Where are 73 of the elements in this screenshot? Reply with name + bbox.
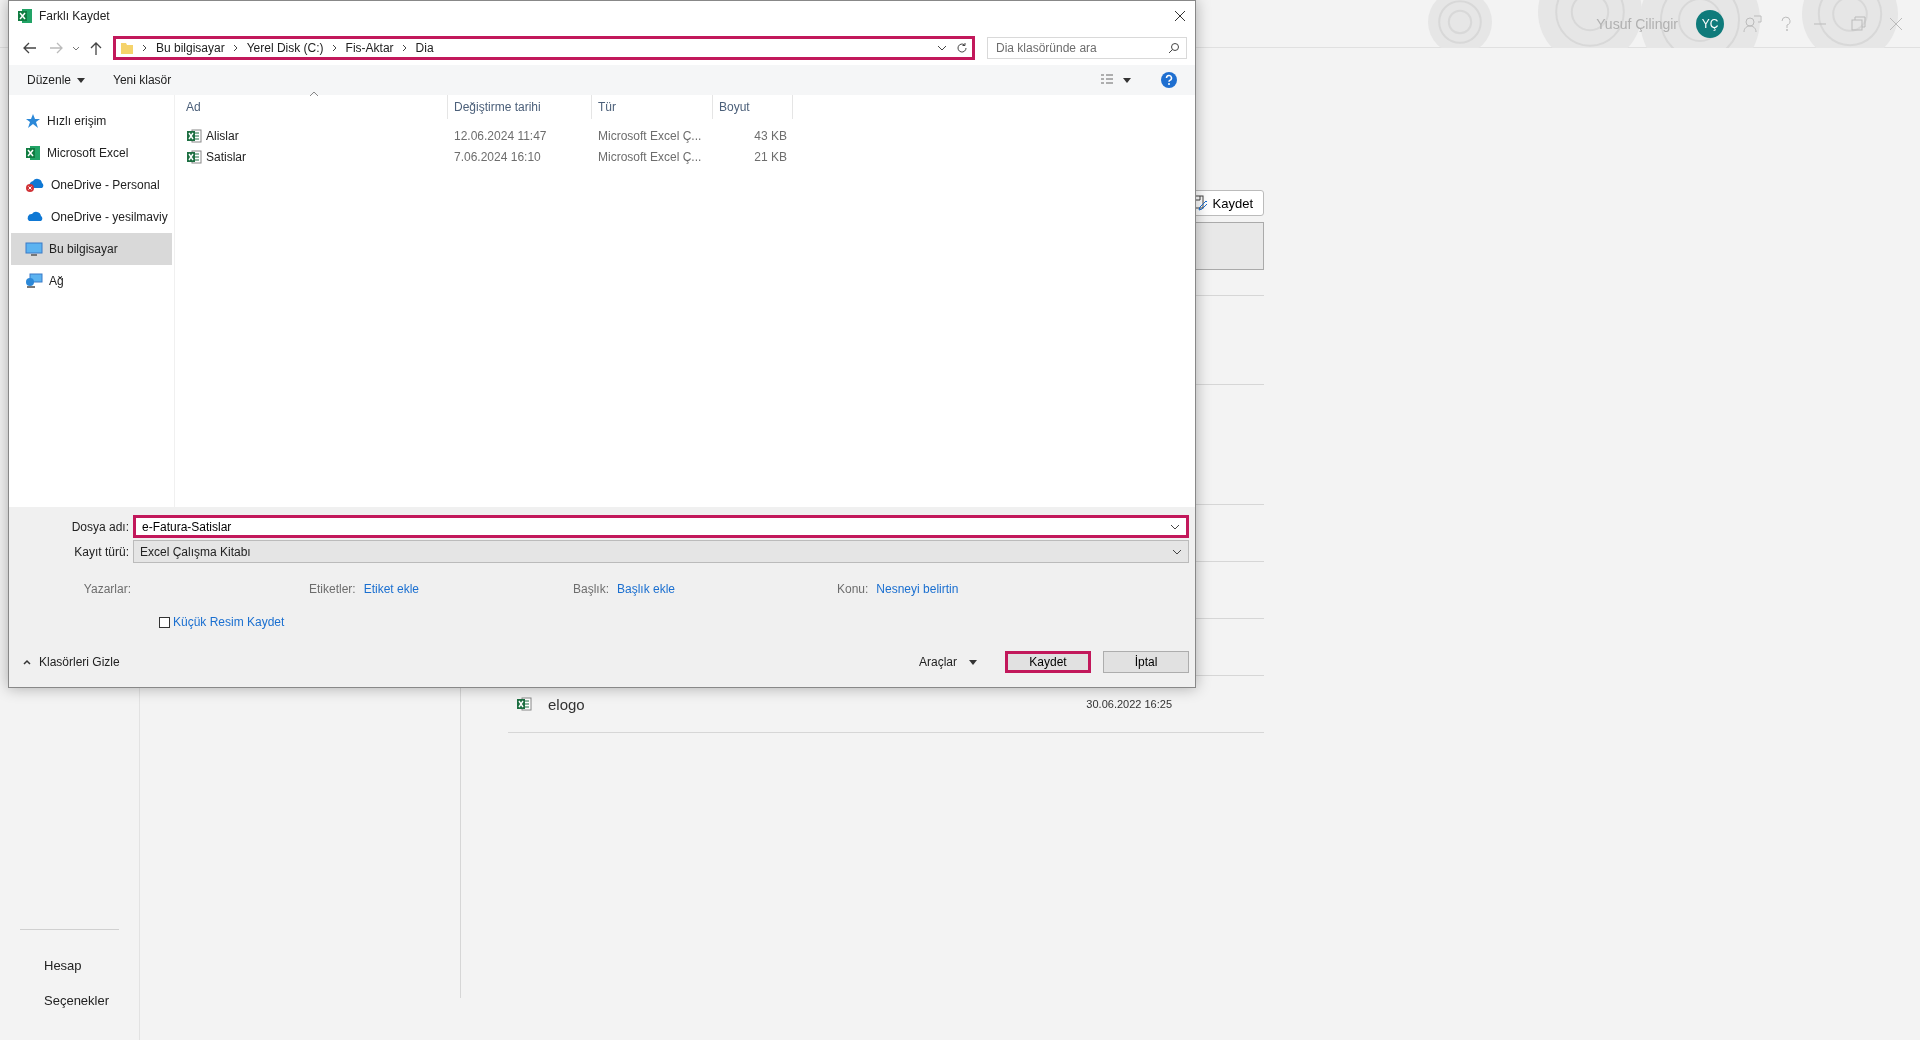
metadata-label: Yazarlar: — [82, 582, 131, 596]
metadata-link[interactable]: Nesneyi belirtin — [876, 582, 959, 596]
file-name-field[interactable]: e-Fatura-Satislar — [133, 515, 1189, 538]
file-name[interactable]: Alislar — [180, 127, 448, 144]
file-name-input[interactable]: e-Fatura-Satislar — [142, 519, 1170, 534]
chevron-down-icon[interactable] — [936, 43, 948, 53]
table-cell-text: Microsoft Excel Ç... — [597, 128, 703, 143]
dialog-title: Farklı Kaydet — [39, 9, 111, 23]
metadata-label: Başlık: — [573, 582, 609, 596]
sidebar-item[interactable]: OneDrive - Personal — [11, 169, 172, 201]
spreadsheet-file-icon — [516, 696, 532, 712]
search-input[interactable]: Dia klasöründe ara — [994, 40, 1164, 56]
dialog-button[interactable]: İptal — [1103, 651, 1189, 673]
sidebar-item[interactable]: Hızlı erişim — [11, 105, 172, 137]
file-name[interactable]: elogo — [548, 695, 1071, 713]
breadcrumb[interactable]: Fis-Aktar — [345, 41, 394, 55]
column-header[interactable]: Tür — [592, 95, 713, 119]
computer-icon — [25, 241, 43, 257]
spreadsheet-file-icon — [186, 148, 202, 165]
spreadsheet-icon — [17, 8, 33, 24]
metadata-link[interactable]: Etiket ekle — [363, 582, 420, 596]
network-icon — [25, 273, 43, 289]
nav-item[interactable]: Hesap — [0, 948, 139, 983]
folder-icon — [120, 41, 134, 55]
table-cell-text: 7.06.2024 16:10 — [453, 149, 542, 164]
metadata-label: Konu: — [837, 582, 869, 596]
breadcrumb[interactable]: Bu bilgisayar — [156, 41, 225, 55]
file-date: 30.06.2022 16:25 — [1086, 698, 1172, 710]
sidebar-item[interactable]: Microsoft Excel — [11, 137, 172, 169]
search-field[interactable]: Dia klasöründe ara — [987, 37, 1187, 59]
view-options-icon[interactable] — [1099, 73, 1133, 87]
column-header[interactable]: Boyut — [713, 95, 793, 119]
chevron-right-icon — [331, 44, 338, 52]
cloud-error-icon — [25, 177, 45, 193]
sort-caret-icon — [308, 91, 319, 97]
chevron-up-icon — [23, 659, 31, 665]
column-header[interactable]: Değiştirme tarihi — [448, 95, 592, 119]
field-label: Kayıt türü: — [73, 544, 129, 559]
address-bar[interactable]: Bu bilgisayar Yerel Disk (C:) Fis-Aktar Dia — [113, 36, 975, 60]
table-cell-text: Microsoft Excel Ç... — [597, 149, 703, 164]
table-cell-text: 21 KB — [753, 149, 788, 164]
sidebar-item[interactable]: OneDrive - yesilmaviy — [11, 201, 172, 233]
breadcrumb[interactable]: Yerel Disk (C:) — [246, 41, 324, 55]
sidebar-item[interactable]: Bu bilgisayar — [11, 233, 172, 265]
dialog-button[interactable]: Kaydet — [1005, 651, 1091, 673]
sidebar-item[interactable]: Ağ — [11, 265, 172, 297]
column-header[interactable]: Ad — [180, 95, 448, 119]
search-icon — [1168, 42, 1180, 54]
chevron-right-icon — [232, 44, 239, 52]
chevron-right-icon — [401, 44, 408, 52]
metadata-link[interactable]: Başlık ekle — [617, 582, 676, 596]
chevron-down-icon — [1172, 547, 1182, 556]
star-icon — [25, 113, 41, 129]
file-type-dropdown[interactable]: Excel Çalışma Kitabı — [133, 540, 1189, 563]
table-cell-text: 12.06.2024 11:47 — [453, 128, 548, 143]
help-icon[interactable] — [1161, 72, 1177, 88]
field-label: Dosya adı: — [70, 519, 129, 534]
nav-item[interactable]: Seçenekler — [0, 983, 139, 1018]
file-name[interactable]: Satislar — [180, 148, 448, 165]
organize-menu[interactable]: Düzenle — [27, 73, 86, 87]
chevron-down-icon[interactable] — [1170, 522, 1180, 531]
checkbox-label[interactable]: Küçük Resim Kaydet — [173, 615, 285, 629]
table-cell-text: 43 KB — [753, 128, 788, 143]
metadata-label: Etiketler: — [309, 582, 356, 596]
tools-menu[interactable]: Araçlar — [919, 655, 977, 669]
checkbox[interactable] — [159, 616, 170, 628]
breadcrumb[interactable]: Dia — [415, 41, 434, 55]
chevron-right-icon — [142, 44, 148, 52]
hide-folders-button[interactable]: Klasörleri Gizle — [23, 655, 919, 669]
spreadsheet-file-icon — [186, 127, 202, 144]
new-folder-button[interactable]: Yeni klasör — [113, 73, 172, 87]
refresh-icon[interactable] — [956, 42, 968, 54]
spreadsheet-icon — [25, 145, 41, 161]
